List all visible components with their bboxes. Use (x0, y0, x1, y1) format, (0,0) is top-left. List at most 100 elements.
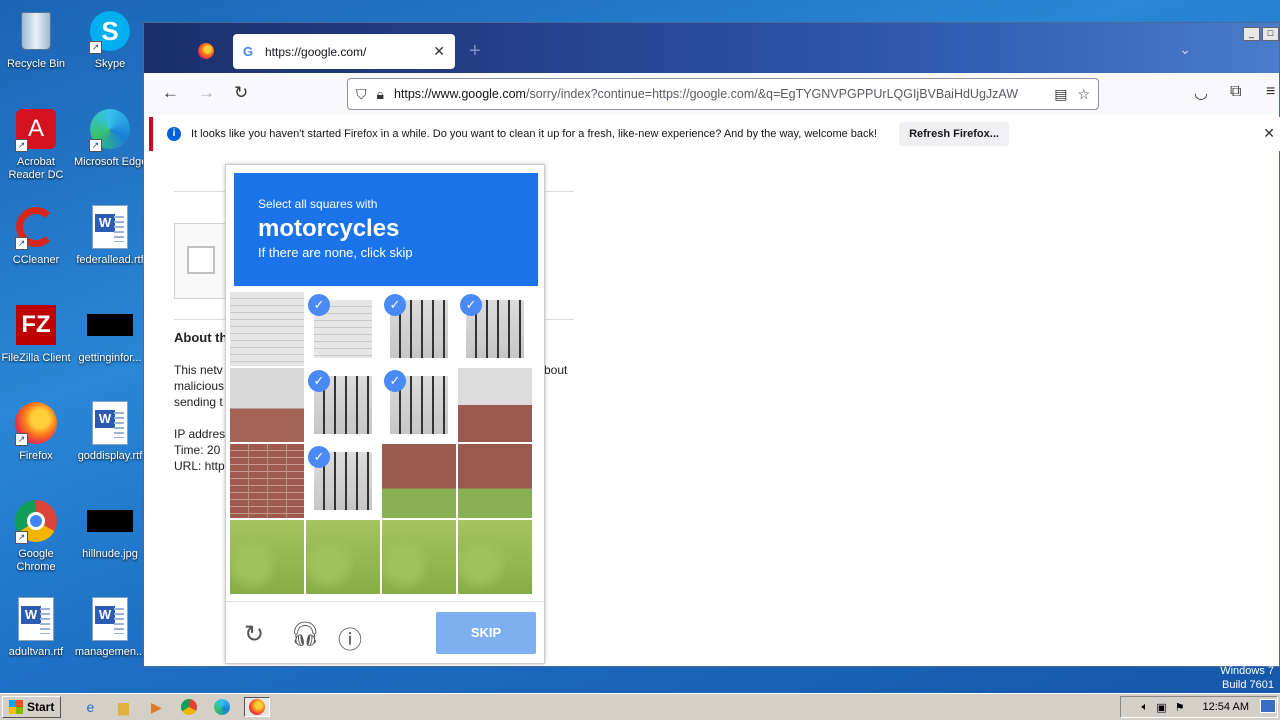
reader-view-icon[interactable]: ▤ (1054, 86, 1067, 103)
network-icon[interactable]: ▣ (1156, 701, 1166, 714)
firefox-icon: ↗ (13, 400, 59, 446)
word-document-icon: W (87, 596, 133, 642)
desktop-icon-recycle-bin[interactable]: Recycle Bin (0, 8, 72, 71)
captcha-tile[interactable] (382, 520, 456, 594)
refresh-firefox-button[interactable]: Refresh Firefox... (899, 122, 1009, 146)
tab-close-icon[interactable]: ✕ (433, 43, 445, 60)
captcha-tile[interactable] (230, 292, 304, 366)
reload-challenge-icon[interactable]: ↻ (244, 620, 264, 649)
refresh-notification-bar: i It looks like you haven't started Fire… (149, 117, 1280, 151)
lock-icon[interactable]: 🔒︎ (377, 86, 384, 103)
word-document-icon: W (13, 596, 59, 642)
body-line: This netv (174, 363, 223, 377)
desktop-icon-label: goddisplay.rtf (77, 450, 143, 462)
desktop-icon-goddisplay[interactable]: W goddisplay.rtf (74, 400, 146, 463)
new-tab-icon[interactable]: + (469, 40, 481, 63)
desktop-icon-hillnude[interactable]: hillnude.jpg (74, 498, 146, 561)
shortcut-arrow-icon: ↗ (89, 139, 102, 152)
shortcut-arrow-icon: ↗ (15, 433, 28, 446)
shield-icon[interactable]: ⛉ (356, 86, 367, 103)
desktop-icon-gettinginfor[interactable]: gettinginfor... (74, 302, 146, 365)
audio-challenge-icon[interactable]: 🎧︎ (290, 620, 320, 649)
show-desktop-icon[interactable] (1260, 699, 1276, 713)
captcha-hint: If there are none, click skip (258, 245, 413, 260)
url-text[interactable]: https://www.google.com/sorry/index?conti… (394, 87, 1046, 101)
captcha-tile[interactable]: ✓ (306, 444, 380, 518)
extensions-icon[interactable]: ⧉ (1230, 83, 1241, 101)
start-label: Start (27, 700, 55, 714)
desktop-icon-adultvan[interactable]: W adultvan.rtf (0, 596, 72, 659)
captcha-tile[interactable] (382, 444, 456, 518)
captcha-tile[interactable] (230, 520, 304, 594)
desktop-icon-label: Acrobat Reader DC (8, 156, 64, 181)
desktop-icon-firefox[interactable]: ↗ Firefox (0, 400, 72, 463)
tab-google[interactable]: G https://google.com/ ✕ (233, 34, 455, 69)
captcha-tile[interactable]: ✓ (382, 292, 456, 366)
desktop-icon-acrobat[interactable]: A ↗ Acrobat Reader DC (0, 106, 72, 182)
minimize-button[interactable]: _ (1243, 27, 1260, 41)
desktop-icon-filezilla[interactable]: FZ FileZilla Client (0, 302, 72, 365)
captcha-tile[interactable] (458, 444, 532, 518)
url-domain: https://www.google.com (393, 87, 526, 101)
clock[interactable]: 12:54 AM (1203, 701, 1249, 713)
captcha-tile-image (382, 444, 456, 518)
shortcut-arrow-icon: ↗ (15, 139, 28, 152)
taskbar: Start e ▆ ▶ 🔈︎ ▣ ⚑ 12:54 AM (0, 693, 1280, 720)
pocket-icon[interactable]: ◡ (1194, 83, 1208, 103)
reload-icon[interactable]: ↻ (234, 83, 248, 103)
body-line: sending t (174, 395, 223, 409)
flag-icon[interactable]: ⚑ (1175, 701, 1185, 714)
captcha-tile[interactable] (306, 520, 380, 594)
captcha-tile[interactable] (458, 520, 532, 594)
back-arrow-icon[interactable]: ← (162, 83, 179, 103)
desktop-icon-edge[interactable]: ↗ Microsoft Edge (74, 106, 147, 169)
close-icon[interactable]: ✕ (1263, 125, 1275, 142)
recaptcha-checkbox[interactable] (187, 246, 215, 274)
chevron-down-icon[interactable]: ⌄ (1179, 41, 1191, 58)
captcha-tile-image (230, 520, 304, 594)
skype-icon: S ↗ (87, 8, 133, 54)
captcha-tile-image (230, 292, 304, 366)
captcha-tile[interactable]: ✓ (382, 368, 456, 442)
ccleaner-icon: ↗ (13, 204, 59, 250)
edge-taskbar-icon[interactable] (211, 697, 233, 717)
captcha-tile[interactable] (230, 444, 304, 518)
maximize-button[interactable]: □ (1262, 27, 1279, 41)
desktop-icon-label: Skype (94, 58, 126, 70)
checkmark-icon: ✓ (308, 370, 330, 392)
checkmark-icon: ✓ (384, 370, 406, 392)
menu-icon[interactable]: ≡ (1266, 83, 1275, 101)
captcha-tile-image (458, 444, 532, 518)
chrome-taskbar-icon[interactable] (178, 697, 200, 717)
image-file-icon (87, 302, 133, 348)
recycle-bin-icon (13, 8, 59, 54)
windows-build: Build 7601 (1222, 679, 1274, 691)
firefox-menu-icon[interactable] (198, 43, 214, 59)
captcha-instruction: Select all squares with (258, 197, 378, 211)
captcha-tile[interactable] (230, 368, 304, 442)
captcha-tile[interactable] (458, 368, 532, 442)
info-circle-icon[interactable]: ⓘ (338, 620, 362, 655)
desktop-icon-skype[interactable]: S ↗ Skype (74, 8, 146, 71)
desktop-icon-managemen[interactable]: W managemen... (74, 596, 146, 659)
chrome-icon: ↗ (13, 498, 59, 544)
media-player-icon[interactable]: ▶ (145, 697, 167, 717)
captcha-tile[interactable]: ✓ (306, 292, 380, 366)
internet-explorer-icon[interactable]: e (79, 697, 101, 717)
firefox-taskbar-icon[interactable] (244, 697, 271, 717)
forward-arrow-icon[interactable]: → (198, 83, 215, 103)
desktop-icon-federallead[interactable]: W federallead.rtf (74, 204, 146, 267)
captcha-tile[interactable]: ✓ (458, 292, 532, 366)
captcha-tile-image (306, 520, 380, 594)
bookmark-star-icon[interactable]: ☆ (1077, 86, 1090, 103)
file-explorer-icon[interactable]: ▆ (112, 697, 134, 717)
url-bar[interactable]: ⛉ 🔒︎ https://www.google.com/sorry/index?… (347, 78, 1099, 110)
desktop-icon-chrome[interactable]: ↗ Google Chrome (0, 498, 72, 574)
captcha-header: Select all squares with motorcycles If t… (234, 173, 538, 286)
skip-button[interactable]: SKIP (436, 612, 536, 654)
captcha-tile[interactable]: ✓ (306, 368, 380, 442)
volume-icon[interactable]: 🔈︎ (1142, 701, 1149, 714)
start-button[interactable]: Start (2, 696, 62, 718)
checkmark-icon: ✓ (308, 294, 330, 316)
desktop-icon-ccleaner[interactable]: ↗ CCleaner (0, 204, 72, 267)
